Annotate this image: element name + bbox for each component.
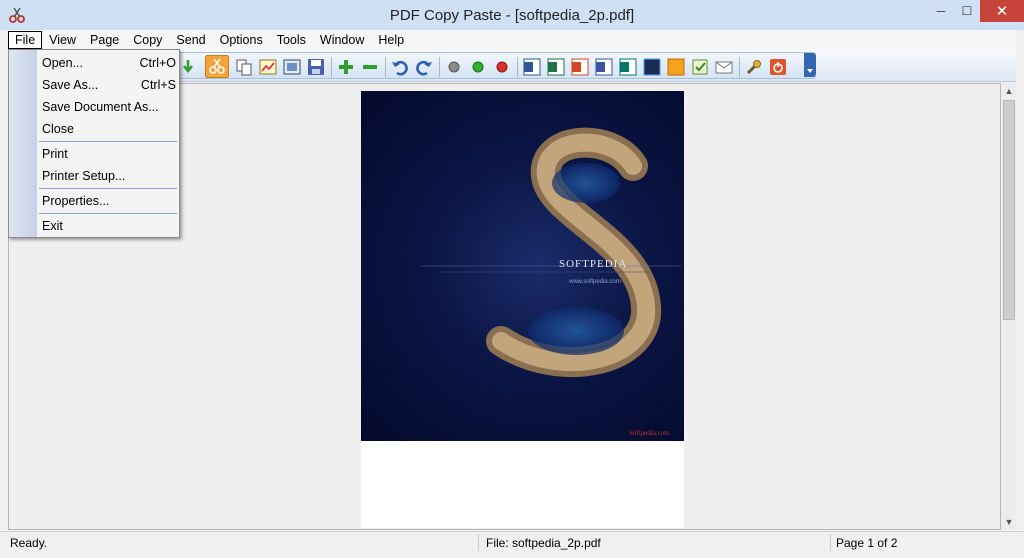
illustrator-icon[interactable] — [667, 58, 685, 76]
email-icon[interactable] — [715, 58, 733, 76]
status-bar: Ready. File: softpedia_2p.pdf Page 1 of … — [0, 531, 1024, 552]
scissors-app-icon[interactable] — [8, 6, 26, 24]
file-menu-dropdown: Open... Ctrl+O Save As... Ctrl+S Save Do… — [8, 49, 180, 238]
menu-icon-gutter — [9, 50, 37, 237]
download-arrow-icon[interactable] — [179, 58, 197, 76]
scroll-down-arrow-icon[interactable]: ▼ — [1001, 514, 1017, 530]
page-image: SOFTPEDIA www.softpedia.com Softpedia.co… — [361, 91, 684, 441]
scroll-thumb[interactable] — [1003, 100, 1015, 320]
menu-item-close[interactable]: Close — [42, 120, 176, 138]
menu-item-shortcut: Ctrl+S — [140, 78, 176, 92]
menu-item-properties[interactable]: Properties... — [42, 192, 176, 210]
undo-icon[interactable] — [391, 58, 409, 76]
menu-item-label: Properties... — [42, 194, 110, 208]
vertical-scrollbar[interactable]: ▲ ▼ — [1001, 83, 1017, 530]
menu-send[interactable]: Send — [169, 31, 212, 49]
menu-item-label: Printer Setup... — [42, 169, 126, 183]
toolbar-strip — [176, 52, 816, 79]
menu-item-label: Save As... — [42, 78, 99, 92]
watermark-text: Softpedia.com — [629, 429, 670, 437]
menu-help[interactable]: Help — [371, 31, 411, 49]
publisher-icon[interactable] — [619, 58, 637, 76]
add-page-icon[interactable] — [337, 58, 355, 76]
red-dot-icon[interactable] — [493, 58, 511, 76]
toolbar-separator — [331, 57, 332, 77]
toolbar-separator — [739, 57, 740, 77]
excel-icon[interactable] — [547, 58, 565, 76]
status-divider — [830, 534, 831, 551]
scroll-up-arrow-icon[interactable]: ▲ — [1001, 83, 1017, 99]
copy-pages-icon[interactable] — [235, 58, 253, 76]
softpedia-logo-text: SOFTPEDIA — [559, 258, 628, 270]
tools-wrench-icon[interactable] — [745, 58, 763, 76]
menu-separator — [39, 213, 177, 214]
menu-separator — [39, 141, 177, 142]
toolbar-separator — [517, 57, 518, 77]
power-exit-icon[interactable] — [769, 58, 787, 76]
remove-page-icon[interactable] — [361, 58, 379, 76]
menu-page[interactable]: Page — [83, 31, 126, 49]
menu-view[interactable]: View — [42, 31, 83, 49]
menu-item-save-as[interactable]: Save As... Ctrl+S — [42, 76, 176, 94]
menu-item-label: Exit — [42, 219, 63, 233]
status-divider — [478, 534, 479, 551]
menu-item-label: Open... — [42, 56, 83, 70]
menu-options[interactable]: Options — [213, 31, 270, 49]
green-dot-icon[interactable] — [469, 58, 487, 76]
fit-page-icon[interactable] — [283, 58, 301, 76]
minimize-button[interactable]: ─ — [928, 0, 954, 22]
status-page: Page 1 of 2 — [836, 536, 898, 550]
toolbar-separator — [439, 57, 440, 77]
title-bar: PDF Copy Paste - [softpedia_2p.pdf] ─ ☐ … — [0, 0, 1024, 30]
menu-bar: File View Page Copy Send Options Tools W… — [8, 30, 1016, 50]
menu-item-printer-setup[interactable]: Printer Setup... — [42, 167, 176, 185]
menu-file[interactable]: File — [8, 31, 43, 49]
checklist-icon[interactable] — [691, 58, 709, 76]
island-s-shape-graphic — [421, 127, 681, 377]
status-file: File: softpedia_2p.pdf — [486, 536, 601, 550]
save-icon[interactable] — [307, 58, 325, 76]
menu-item-label: Save Document As... — [42, 100, 159, 114]
menu-item-label: Close — [42, 122, 74, 136]
redo-icon[interactable] — [415, 58, 433, 76]
menu-item-open[interactable]: Open... Ctrl+O — [42, 54, 176, 72]
status-state: Ready. — [10, 536, 48, 550]
powerpoint-icon[interactable] — [571, 58, 589, 76]
menu-item-save-document-as[interactable]: Save Document As... — [42, 98, 176, 116]
gray-dot-icon[interactable] — [445, 58, 463, 76]
photoshop-icon[interactable] — [643, 58, 661, 76]
menu-separator — [39, 188, 177, 189]
word-icon[interactable] — [523, 58, 541, 76]
visio-icon[interactable] — [595, 58, 613, 76]
softpedia-url-text: www.softpedia.com — [569, 279, 621, 285]
menu-item-label: Print — [42, 147, 68, 161]
maximize-button[interactable]: ☐ — [954, 0, 980, 22]
pdf-page[interactable]: SOFTPEDIA www.softpedia.com Softpedia.co… — [361, 91, 684, 528]
toolbar-overflow-chevron-icon[interactable] — [804, 53, 816, 77]
toolbar-separator — [385, 57, 386, 77]
menu-item-exit[interactable]: Exit — [42, 217, 176, 235]
chart-image-icon[interactable] — [259, 58, 277, 76]
menu-window[interactable]: Window — [313, 31, 371, 49]
window-title: PDF Copy Paste - [softpedia_2p.pdf] — [389, 6, 635, 24]
cut-icon[interactable] — [205, 55, 229, 78]
menu-copy[interactable]: Copy — [126, 31, 169, 49]
menu-item-print[interactable]: Print — [42, 145, 176, 163]
menu-tools[interactable]: Tools — [270, 31, 313, 49]
close-button[interactable]: ✕ — [980, 0, 1024, 22]
menu-item-shortcut: Ctrl+O — [139, 56, 176, 70]
